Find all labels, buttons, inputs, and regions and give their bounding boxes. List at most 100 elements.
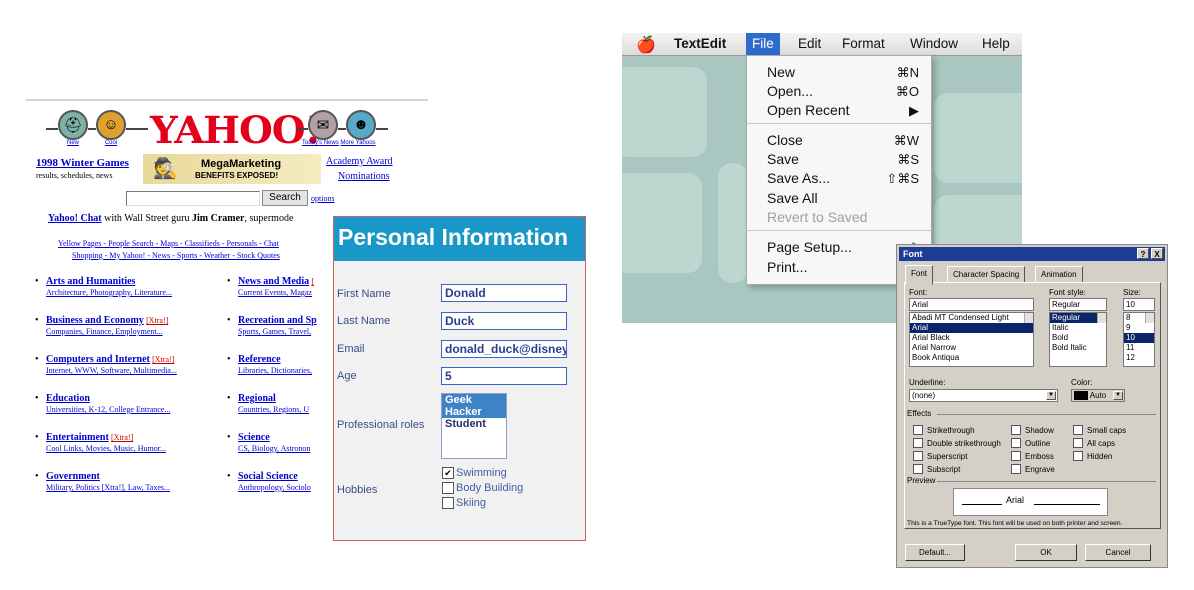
menu-edit[interactable]: Edit — [792, 33, 827, 55]
list-option[interactable]: Arial — [910, 323, 1033, 333]
category-link[interactable]: Computers and Internet — [46, 354, 150, 365]
effect-checkbox[interactable]: Subscript — [913, 464, 960, 474]
search-input[interactable] — [126, 191, 260, 206]
menu-item[interactable]: Open... — [767, 83, 813, 99]
tab-animation[interactable]: Animation — [1035, 266, 1083, 283]
color-select[interactable]: Auto ▼ — [1071, 389, 1125, 402]
list-option[interactable]: 9 — [1124, 323, 1154, 333]
hobby-checkbox[interactable]: Skiing — [442, 497, 486, 509]
subcategory-links[interactable]: CS, Biology, Astronon — [238, 444, 310, 453]
email-field[interactable]: donald_duck@disneyl — [441, 340, 567, 358]
list-option[interactable]: Arial Black — [910, 333, 1033, 343]
subcategory-links[interactable]: Sports, Games, Travel, — [238, 327, 311, 336]
role-option[interactable]: Hacker — [442, 406, 506, 418]
subcategory-links[interactable]: Companies, Finance, Employment... — [46, 327, 163, 336]
age-field[interactable]: 5 — [441, 367, 567, 385]
checkbox-icon[interactable] — [1011, 425, 1021, 435]
menu-item[interactable]: Print... — [767, 259, 807, 275]
role-option[interactable]: Geek — [442, 394, 506, 406]
tab-font[interactable]: Font — [905, 265, 934, 285]
tab-character-spacing[interactable]: Character Spacing — [947, 266, 1026, 283]
font-name-field[interactable]: Arial — [909, 298, 1034, 311]
list-option[interactable]: Bold — [1050, 333, 1106, 343]
scrollbar[interactable] — [1097, 313, 1106, 323]
subcategory-links[interactable]: Military, Politics [Xtra!], Law, Taxes..… — [46, 483, 170, 492]
menu-item[interactable]: Open Recent — [767, 102, 850, 118]
megamarketing-banner[interactable]: 🕵 MegaMarketing BENEFITS EXPOSED! — [143, 154, 321, 184]
list-option[interactable]: 11 — [1124, 343, 1154, 353]
menu-format[interactable]: Format — [836, 33, 891, 55]
professional-roles-list[interactable]: Geek Hacker Student — [441, 393, 507, 459]
effect-checkbox[interactable]: Emboss — [1011, 451, 1054, 461]
help-button[interactable]: ? — [1137, 248, 1149, 259]
checkbox-icon[interactable]: ✔ — [442, 467, 454, 479]
ok-button[interactable]: OK — [1015, 544, 1077, 561]
list-option[interactable]: Bold Italic — [1050, 343, 1106, 353]
list-option[interactable]: Italic — [1050, 323, 1106, 333]
menu-item[interactable]: Close — [767, 132, 803, 148]
service-links-row1[interactable]: Yellow Pages - People Search - Maps - Cl… — [58, 239, 279, 248]
scrollbar[interactable] — [1024, 313, 1033, 323]
default-button[interactable]: Default... — [905, 544, 965, 561]
last-name-field[interactable]: Duck — [441, 312, 567, 330]
size-field[interactable]: 10 — [1123, 298, 1155, 311]
checkbox-icon[interactable] — [913, 464, 923, 474]
subcategory-links[interactable]: Libraries, Dictionaries, — [238, 366, 312, 375]
underline-select[interactable]: (none) ▼ — [909, 389, 1058, 402]
category-link[interactable]: Arts and Humanities — [46, 276, 135, 287]
checkbox-icon[interactable] — [1073, 438, 1083, 448]
menu-item[interactable]: Save — [767, 151, 799, 167]
list-option[interactable]: Book Antiqua — [910, 353, 1033, 363]
winter-games-link[interactable]: 1998 Winter Games — [36, 157, 129, 169]
menu-item[interactable]: Save All — [767, 190, 818, 206]
xtra-link[interactable]: [Xtra!] — [146, 316, 168, 325]
effect-checkbox[interactable]: Outline — [1011, 438, 1050, 448]
checkbox-icon[interactable] — [442, 497, 454, 509]
scrollbar[interactable] — [1145, 313, 1154, 323]
effect-checkbox[interactable]: Engrave — [1011, 464, 1055, 474]
list-option[interactable]: Abadi MT Condensed Light — [910, 313, 1033, 323]
category-link[interactable]: Regional — [238, 393, 276, 404]
category-link[interactable]: Government — [46, 471, 100, 482]
category-link[interactable]: Reference — [238, 354, 281, 365]
checkbox-icon[interactable] — [442, 482, 454, 494]
checkbox-icon[interactable] — [913, 438, 923, 448]
hobby-checkbox[interactable]: ✔ Swimming — [442, 467, 507, 479]
checkbox-icon[interactable] — [913, 451, 923, 461]
xtra-link[interactable]: [Xtra!] — [111, 433, 133, 442]
menu-help[interactable]: Help — [976, 33, 1016, 55]
subcategory-links[interactable]: Cool Links, Movies, Music, Humor... — [46, 444, 166, 453]
xtra-link[interactable]: [ — [311, 277, 314, 286]
checkbox-icon[interactable] — [1011, 451, 1021, 461]
menu-file[interactable]: File — [746, 33, 780, 55]
yahoo-chat-link[interactable]: Yahoo! Chat — [48, 213, 102, 224]
first-name-field[interactable]: Donald — [441, 284, 567, 302]
effect-checkbox[interactable]: Hidden — [1073, 451, 1112, 461]
font-style-list[interactable]: Regular Italic Bold Bold Italic — [1049, 312, 1107, 367]
list-option[interactable]: 10 — [1124, 333, 1154, 343]
effect-checkbox[interactable]: All caps — [1073, 438, 1115, 448]
academy-award-link[interactable]: Academy Award — [326, 156, 393, 167]
effect-checkbox[interactable]: Small caps — [1073, 425, 1126, 435]
menu-item[interactable]: New — [767, 64, 795, 80]
effect-checkbox[interactable]: Superscript — [913, 451, 967, 461]
hobby-checkbox[interactable]: Body Building — [442, 482, 523, 494]
close-button[interactable]: X — [1151, 248, 1163, 259]
role-option[interactable]: Student — [442, 418, 506, 430]
effect-checkbox[interactable]: Strikethrough — [913, 425, 975, 435]
app-menu[interactable]: TextEdit — [668, 33, 732, 55]
apple-menu-icon[interactable]: 🍎 — [636, 35, 656, 55]
category-link[interactable]: Science — [238, 432, 270, 443]
subcategory-links[interactable]: Anthropology, Sociolo — [238, 483, 311, 492]
search-button[interactable]: Search — [262, 190, 308, 206]
subcategory-links[interactable]: Internet, WWW, Software, Multimedia... — [46, 366, 177, 375]
list-option[interactable]: Arial Narrow — [910, 343, 1033, 353]
category-link[interactable]: Education — [46, 393, 90, 404]
subcategory-links[interactable]: Universities, K-12, College Entrance... — [46, 405, 170, 414]
cool-icon[interactable]: ☺ Cool — [96, 110, 126, 146]
checkbox-icon[interactable] — [1011, 438, 1021, 448]
new-icon[interactable]: ⛑ New — [58, 110, 88, 146]
category-link[interactable]: Social Science — [238, 471, 298, 482]
nominations-link[interactable]: Nominations — [338, 171, 390, 182]
size-list[interactable]: 8 9 10 11 12 — [1123, 312, 1155, 367]
